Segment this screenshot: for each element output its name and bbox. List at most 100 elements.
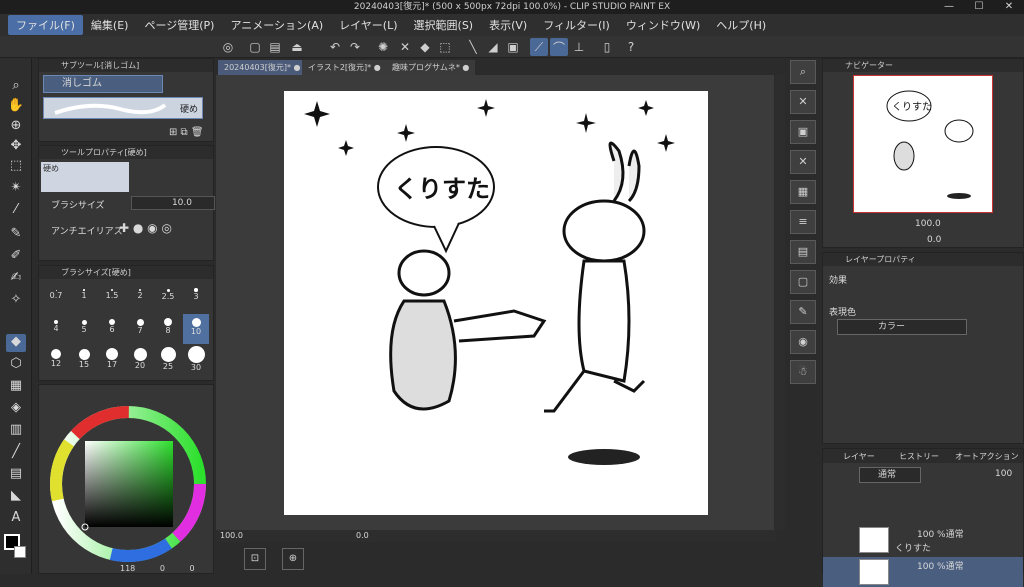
text-icon[interactable]: A xyxy=(6,510,26,528)
move-icon[interactable]: ✥ xyxy=(6,138,26,156)
frame-icon[interactable]: ▤ xyxy=(6,466,26,484)
brush-size-item[interactable]: 1.5 xyxy=(99,282,125,312)
subtool-variant[interactable]: 硬め xyxy=(43,97,203,119)
close-panel-icon[interactable]: ✕ xyxy=(790,150,816,174)
menu-item[interactable]: 選択範囲(S) xyxy=(406,15,482,35)
ruler2-icon[interactable]: ◢ xyxy=(484,38,502,56)
save-icon[interactable]: ⏏ xyxy=(288,38,306,56)
undo-icon[interactable]: ↶ xyxy=(326,38,344,56)
brush-size-item[interactable]: 2.5 xyxy=(155,282,181,312)
minimize-icon[interactable]: — xyxy=(934,0,964,14)
ruler3-icon[interactable]: ▣ xyxy=(504,38,522,56)
brush-size-item[interactable]: 5 xyxy=(71,314,97,344)
brush-size-item[interactable]: 2 xyxy=(127,282,153,312)
status-zoom[interactable]: 100.0 xyxy=(220,531,243,540)
redo-icon[interactable]: ↷ xyxy=(346,38,364,56)
antialias-options[interactable]: ✚ ● ◉ ◎ xyxy=(119,221,172,235)
fill-icon[interactable]: ◆ xyxy=(416,38,434,56)
brush-size-item[interactable]: 3 xyxy=(183,282,209,312)
deselect-icon[interactable]: ✺ xyxy=(374,38,392,56)
status-angle[interactable]: 0.0 xyxy=(356,531,369,540)
brush-icon[interactable]: ✍ xyxy=(6,270,26,288)
brush-size-item[interactable]: 12 xyxy=(43,346,69,376)
doc-tab[interactable]: 20240403[復元]* ● xyxy=(218,60,307,75)
open-file-icon[interactable]: ▤ xyxy=(266,38,284,56)
navigator-zoom[interactable]: 100.0 xyxy=(915,219,941,229)
doc-tab[interactable]: イラスト2[復元]* ● xyxy=(302,60,387,75)
brush-size-item[interactable]: 7 xyxy=(127,314,153,344)
new-file-icon[interactable]: ▢ xyxy=(246,38,264,56)
csp-logo-icon[interactable]: ◎ xyxy=(219,38,237,56)
menu-item[interactable]: ファイル(F) xyxy=(8,15,83,35)
page-icon[interactable]: ▢ xyxy=(790,270,816,294)
layer-tab[interactable]: ヒストリー xyxy=(899,451,939,462)
ruler-tool-icon[interactable]: ◣ xyxy=(6,488,26,506)
menu-item[interactable]: レイヤー(L) xyxy=(331,15,405,35)
canvas[interactable]: くりすた xyxy=(284,91,708,515)
eraser-icon[interactable]: ◆ xyxy=(6,334,26,352)
help-icon[interactable]: ? xyxy=(622,38,640,56)
line-icon[interactable]: ╱ xyxy=(6,444,26,462)
texture-icon[interactable]: ▦ xyxy=(790,180,816,204)
blend-select[interactable]: 通常 xyxy=(859,467,921,483)
brush-size-item[interactable]: 20 xyxy=(127,346,153,376)
gradient-icon[interactable]: ▥ xyxy=(6,422,26,440)
maximize-icon[interactable]: ☐ xyxy=(964,0,994,14)
fit-icon[interactable]: ⊡ xyxy=(244,548,266,570)
camera-icon[interactable]: ◉ xyxy=(790,330,816,354)
brush-size-item[interactable]: 17 xyxy=(99,346,125,376)
snap-special-icon[interactable]: ⌒ xyxy=(550,38,568,56)
menu-item[interactable]: ヘルプ(H) xyxy=(708,15,774,35)
menu-item[interactable]: ページ管理(P) xyxy=(136,15,222,35)
figure-person-icon[interactable]: ☃ xyxy=(790,360,816,384)
subtool-eraser-item[interactable]: 消しゴム xyxy=(43,75,163,93)
clear-icon[interactable]: ✕ xyxy=(396,38,414,56)
brush-size-item[interactable]: 25 xyxy=(155,346,181,376)
edit-icon[interactable]: ✎ xyxy=(790,300,816,324)
color-wheel[interactable] xyxy=(45,397,215,567)
menu-item[interactable]: ウィンドウ(W) xyxy=(618,15,708,35)
layer-tab[interactable]: オートアクション xyxy=(955,451,1019,462)
pen-icon[interactable]: ✎ xyxy=(6,226,26,244)
menu-item[interactable]: 表示(V) xyxy=(481,15,535,35)
center-icon[interactable]: ⊕ xyxy=(282,548,304,570)
opacity-value[interactable]: 100 xyxy=(995,469,1012,479)
device-icon[interactable]: ▯ xyxy=(598,38,616,56)
transform-icon[interactable]: ⬚ xyxy=(436,38,454,56)
search-icon[interactable]: ⌕ xyxy=(790,60,816,84)
brush-size-slider[interactable]: 10.0 xyxy=(131,196,215,210)
menu-item[interactable]: アニメーション(A) xyxy=(222,15,331,35)
close-icon[interactable]: ✕ xyxy=(994,0,1024,14)
layer-row[interactable]: 100 %通常 xyxy=(823,557,1023,587)
subtool-actions[interactable]: ⊞ ⧉ 🗑 xyxy=(169,127,204,138)
brush-size-item[interactable]: 10 xyxy=(183,314,209,344)
zoom-icon[interactable]: ⌕ xyxy=(6,78,26,96)
menu-item[interactable]: 編集(E) xyxy=(83,15,137,35)
material-icon[interactable]: ✕ xyxy=(790,90,816,114)
menu-item[interactable]: フィルター(I) xyxy=(535,15,618,35)
snap-grid-icon[interactable]: ⊥ xyxy=(570,38,588,56)
brush-size-item[interactable]: 6 xyxy=(99,314,125,344)
fill-tool-icon[interactable]: ◈ xyxy=(6,400,26,418)
layer-row[interactable]: 100 %通常 くりすた xyxy=(823,525,1023,555)
brush-size-item[interactable]: 0.7 xyxy=(43,282,69,312)
navigator-preview[interactable]: くりすた xyxy=(853,75,993,213)
decoration-icon[interactable]: ✧ xyxy=(6,292,26,310)
brush-size-item[interactable]: 1 xyxy=(71,282,97,312)
brush-size-item[interactable]: 30 xyxy=(183,345,209,376)
figure-icon[interactable]: ▦ xyxy=(6,378,26,396)
bg-color-swatch[interactable] xyxy=(14,546,26,558)
doc-tab[interactable]: 趣味プログサムネ* ● xyxy=(386,60,476,75)
snap-ruler-icon[interactable]: ⟋ xyxy=(530,38,548,56)
expr-select[interactable]: カラー xyxy=(837,319,967,335)
wand-icon[interactable]: ✴ xyxy=(6,180,26,198)
layer-search-icon[interactable]: ▣ xyxy=(790,120,816,144)
eyedropper-icon[interactable]: ⁄ xyxy=(6,202,26,220)
operation-icon[interactable]: ⊕ xyxy=(6,118,26,136)
list-icon[interactable]: ≡ xyxy=(790,210,816,234)
blend-icon[interactable]: ⬡ xyxy=(6,356,26,374)
grid-icon[interactable]: ▤ xyxy=(790,240,816,264)
selection-icon[interactable]: ⬚ xyxy=(6,158,26,176)
hand-icon[interactable]: ✋ xyxy=(6,98,26,116)
brush-size-item[interactable]: 15 xyxy=(71,346,97,376)
